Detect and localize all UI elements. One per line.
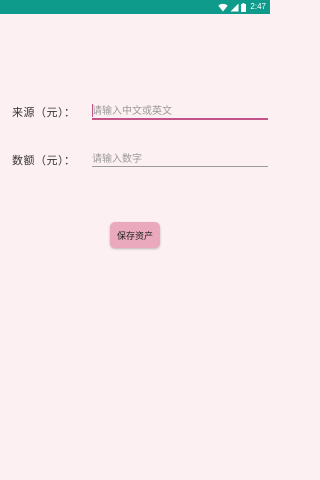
- amount-input[interactable]: [92, 151, 266, 167]
- signal-icon: [230, 3, 239, 11]
- battery-icon: [241, 2, 247, 12]
- amount-input-underline: [92, 166, 268, 167]
- source-input[interactable]: [92, 103, 266, 119]
- text-cursor: [92, 104, 93, 117]
- amount-label: 数额（元）：: [12, 154, 76, 167]
- status-time: 2:47: [250, 2, 266, 11]
- status-bar: 2:47: [0, 0, 270, 14]
- status-icons: 2:47: [218, 2, 266, 12]
- source-input-underline: [92, 118, 268, 120]
- save-asset-button[interactable]: 保存资产: [110, 222, 160, 248]
- source-label: 来源（元）：: [12, 106, 76, 119]
- wifi-icon: [218, 3, 229, 11]
